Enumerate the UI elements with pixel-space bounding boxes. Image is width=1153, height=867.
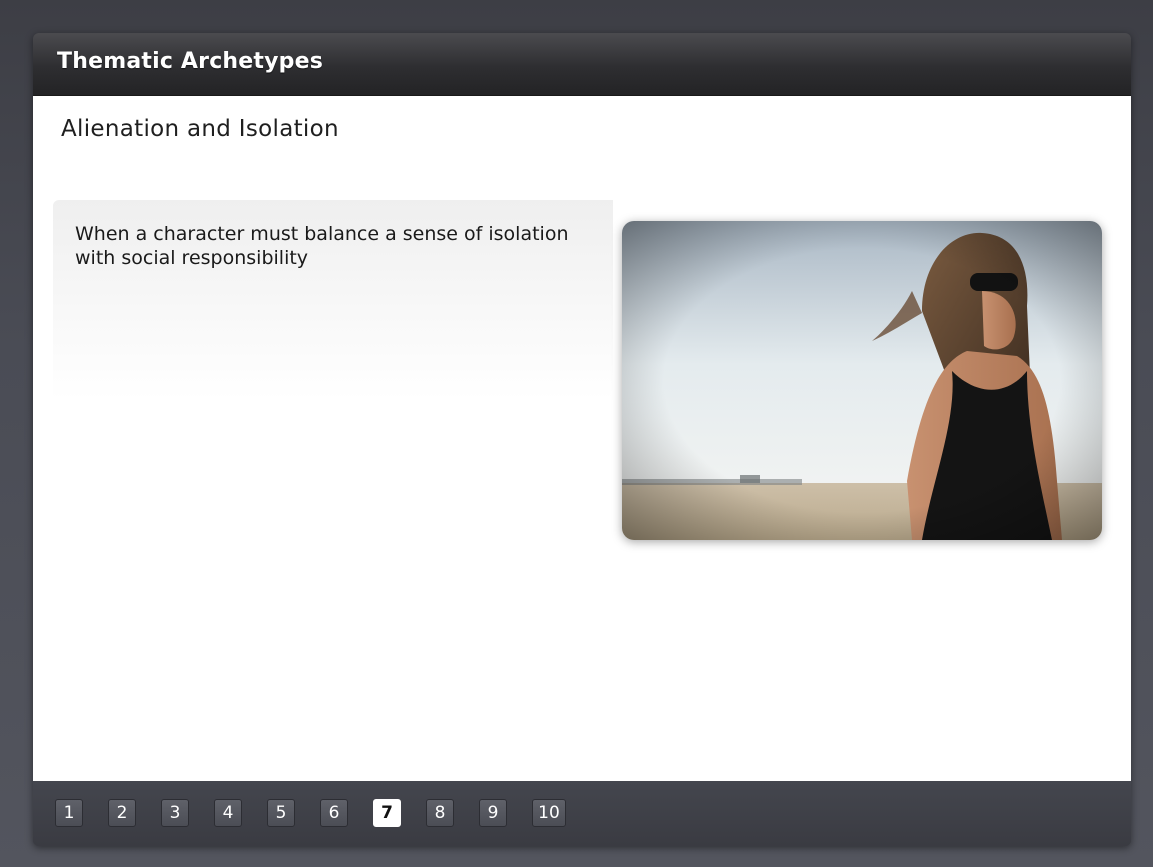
page-button-4[interactable]: 4 [214, 799, 242, 827]
text-panel: When a character must balance a sense of… [53, 200, 613, 400]
slide-window: Thematic Archetypes Alienation and Isola… [33, 33, 1131, 846]
page-button-8[interactable]: 8 [426, 799, 454, 827]
page-navigation: 1 2 3 4 5 6 7 8 9 10 [55, 799, 591, 827]
slide-content: Alienation and Isolation When a characte… [33, 96, 1131, 781]
page-button-7-current[interactable]: 7 [373, 799, 401, 827]
page-button-2[interactable]: 2 [108, 799, 136, 827]
course-title: Thematic Archetypes [57, 49, 324, 74]
slide-title: Alienation and Isolation [61, 116, 339, 142]
page-button-10[interactable]: 10 [532, 799, 566, 827]
page-button-3[interactable]: 3 [161, 799, 189, 827]
header-bar: Thematic Archetypes [33, 33, 1131, 96]
pager-bar: 1 2 3 4 5 6 7 8 9 10 [33, 781, 1131, 846]
page-button-1[interactable]: 1 [55, 799, 83, 827]
page-button-5[interactable]: 5 [267, 799, 295, 827]
slide-photo [622, 221, 1102, 540]
page-button-6[interactable]: 6 [320, 799, 348, 827]
page-button-9[interactable]: 9 [479, 799, 507, 827]
photo-woman-beach [622, 221, 1102, 540]
slide-body-text: When a character must balance a sense of… [75, 223, 569, 269]
